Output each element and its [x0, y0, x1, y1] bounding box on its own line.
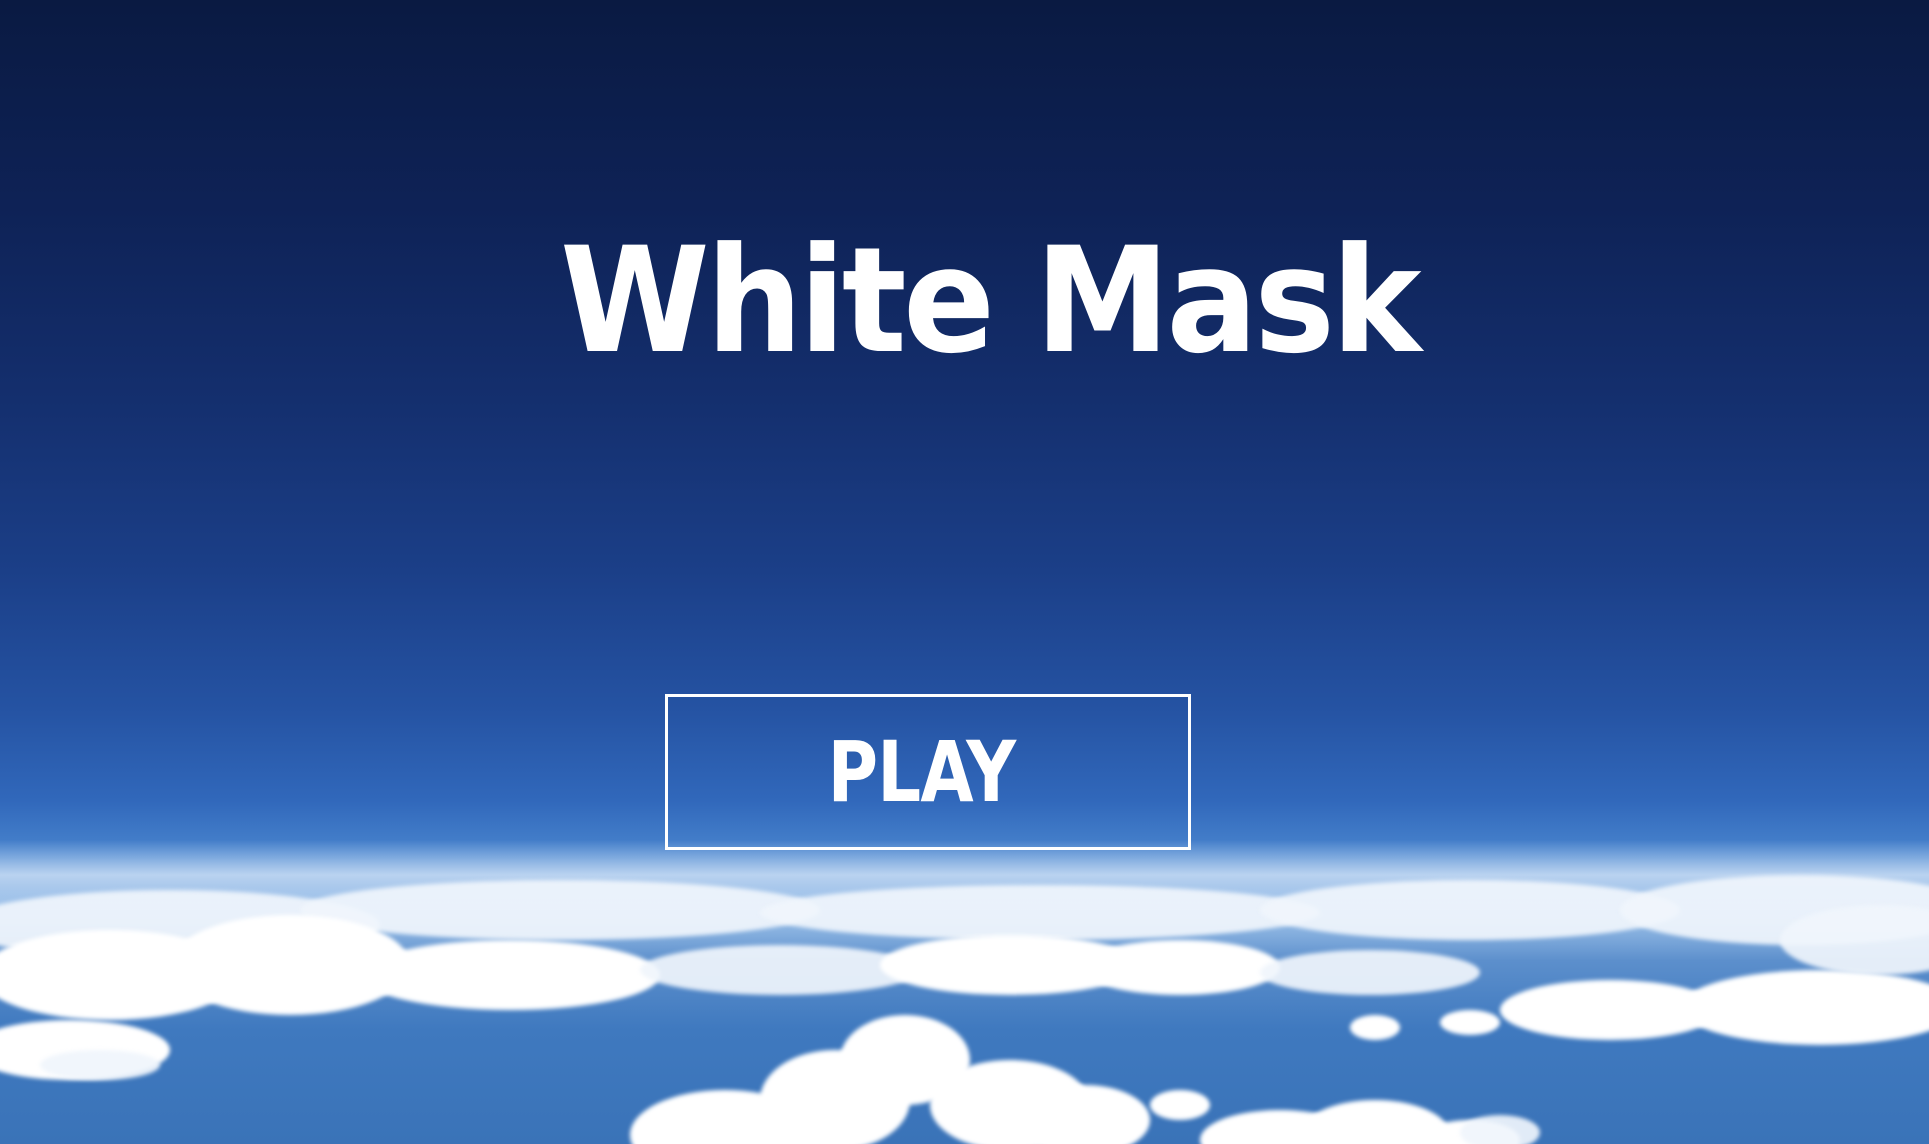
- cloud: [640, 945, 920, 995]
- game-title: White Mask: [560, 216, 1422, 386]
- sky-background: [0, 0, 1929, 1144]
- cloud: [760, 885, 1320, 940]
- play-button[interactable]: PLAY: [665, 694, 1191, 850]
- cloud: [1020, 1085, 1150, 1144]
- play-button-label: PLAY: [827, 723, 1016, 821]
- cloud: [360, 940, 660, 1010]
- cloud: [1440, 1010, 1500, 1035]
- cloud: [1460, 1115, 1540, 1144]
- cloud: [1350, 1015, 1400, 1040]
- cloud: [1150, 1090, 1210, 1120]
- cloud: [1260, 950, 1480, 995]
- cloud: [1080, 940, 1280, 995]
- cloud: [1680, 970, 1929, 1045]
- cloud: [1260, 880, 1680, 940]
- cloud: [40, 1050, 160, 1080]
